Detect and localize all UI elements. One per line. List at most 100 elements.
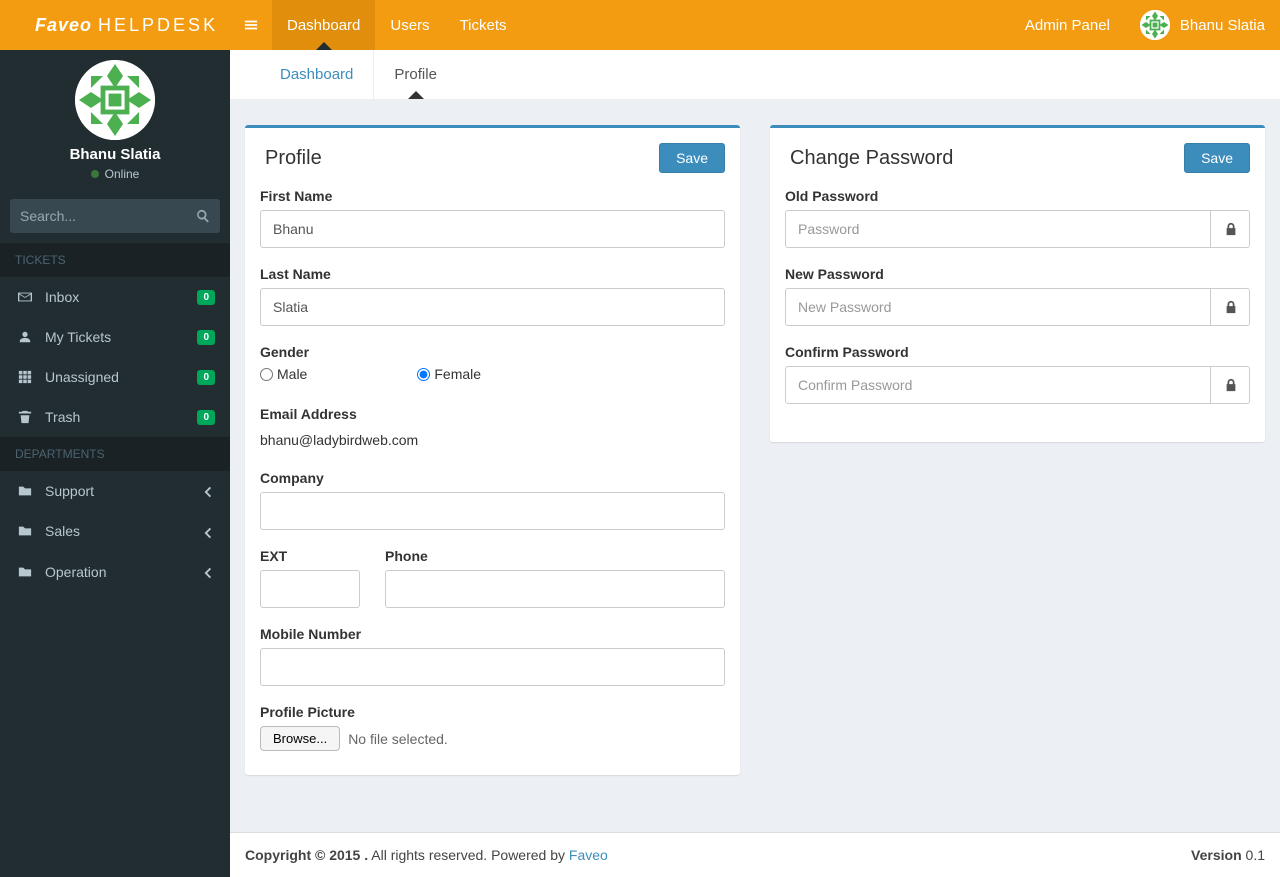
sidebar-status-text: Online [105,167,140,181]
sidebar-user-name: Bhanu Slatia [10,146,220,163]
sidebar-item-inbox[interactable]: Inbox 0 [0,277,230,317]
profile-title: Profile [260,147,659,170]
logo-light: HELPDESK [98,15,218,36]
file-status: No file selected. [348,731,448,747]
sidebar-item-label: Inbox [45,289,79,305]
search-button[interactable] [186,199,220,233]
chevron-left-icon [201,564,215,580]
radio-female[interactable] [417,368,430,381]
sidebar-item-label: Unassigned [45,369,119,385]
nav-tab-tickets[interactable]: Tickets [445,0,522,50]
user-menu[interactable]: Bhanu Slatia [1125,10,1280,40]
lock-icon [1210,288,1250,326]
ext-input[interactable] [260,570,360,608]
nav-tab-users[interactable]: Users [375,0,444,50]
sidebar-section-departments: DEPARTMENTS [0,437,230,471]
sidebar-item-trash[interactable]: Trash 0 [0,397,230,437]
count-badge: 0 [197,410,215,425]
nav-tab-dashboard[interactable]: Dashboard [272,0,375,50]
user-name: Bhanu Slatia [1180,17,1265,34]
bars-icon [244,18,258,32]
user-icon [15,330,35,344]
gender-female-option[interactable]: Female [417,366,481,382]
old-password-input[interactable] [785,210,1250,248]
sidebar-section-tickets: TICKETS [0,243,230,277]
content-tabs: Dashboard Profile [230,50,1280,100]
label-first-name: First Name [260,188,725,204]
count-badge: 0 [197,330,215,345]
tab-dashboard[interactable]: Dashboard [260,50,373,99]
envelope-icon [15,290,35,304]
count-badge: 0 [197,290,215,305]
sidebar-toggle-button[interactable] [230,0,272,50]
footer-text: All rights reserved. Powered by [371,847,569,863]
nav-tab-label: Tickets [460,17,507,34]
password-save-button[interactable]: Save [1184,143,1250,173]
sidebar-item-operation[interactable]: Operation [0,552,230,592]
sidebar-user-status: Online [10,167,220,181]
sidebar-item-sales[interactable]: Sales [0,511,230,551]
sidebar-item-label: Trash [45,409,80,425]
nav-tab-label: Users [390,17,429,34]
search-icon [196,209,210,223]
sidebar-item-label: Operation [45,564,106,580]
label-confirm-password: Confirm Password [785,344,1250,360]
logo-strong: Faveo [35,15,92,36]
logo[interactable]: Faveo HELPDESK [0,0,230,50]
status-dot-icon [91,170,99,178]
tab-label: Profile [394,66,437,83]
admin-panel-link[interactable]: Admin Panel [1010,17,1125,34]
company-input[interactable] [260,492,725,530]
radio-label: Male [277,366,307,382]
radio-male[interactable] [260,368,273,381]
email-value: bhanu@ladybirdweb.com [260,428,725,452]
footer-faveo-link[interactable]: Faveo [569,847,608,863]
avatar-icon [75,60,155,140]
sidebar-item-label: Support [45,483,94,499]
grid-icon [15,370,35,384]
sidebar-item-label: Sales [45,523,80,539]
sidebar-item-my-tickets[interactable]: My Tickets 0 [0,317,230,357]
lock-icon [1210,366,1250,404]
sidebar-item-unassigned[interactable]: Unassigned 0 [0,357,230,397]
label-phone: Phone [385,548,725,564]
folder-icon [15,565,35,579]
mobile-input[interactable] [260,648,725,686]
label-mobile: Mobile Number [260,626,725,642]
phone-input[interactable] [385,570,725,608]
new-password-input[interactable] [785,288,1250,326]
label-new-password: New Password [785,266,1250,282]
profile-save-button[interactable]: Save [659,143,725,173]
last-name-input[interactable] [260,288,725,326]
top-nav-right: Admin Panel Bhanu Slatia [1010,0,1280,50]
first-name-input[interactable] [260,210,725,248]
gender-male-option[interactable]: Male [260,366,307,382]
folder-icon [15,484,35,498]
label-last-name: Last Name [260,266,725,282]
browse-button[interactable]: Browse... [260,726,340,751]
confirm-password-input[interactable] [785,366,1250,404]
sidebar-item-label: My Tickets [45,329,111,345]
radio-label: Female [434,366,481,382]
sidebar-user-panel: Bhanu Slatia Online [0,50,230,191]
footer-copyright: Copyright © 2015 . [245,847,368,863]
chevron-left-icon [201,523,215,539]
label-profile-picture: Profile Picture [260,704,725,720]
footer-version: 0.1 [1242,847,1265,863]
change-password-box: Change Password Save Old Password N [770,125,1265,442]
sidebar-search [10,199,220,233]
avatar-icon [1140,10,1170,40]
lock-icon [1210,210,1250,248]
profile-box: Profile Save First Name Last Name [245,125,740,775]
folder-icon [15,524,35,538]
label-ext: EXT [260,548,360,564]
label-company: Company [260,470,725,486]
footer: Copyright © 2015 . All rights reserved. … [230,832,1280,877]
top-navbar: Faveo HELPDESK Dashboard Users Tickets A… [0,0,1280,50]
change-password-title: Change Password [785,147,1184,170]
content: Dashboard Profile Profile Save First Nam… [230,50,1280,877]
tab-profile[interactable]: Profile [373,50,457,99]
trash-icon [15,410,35,424]
chevron-left-icon [201,483,215,499]
sidebar-item-support[interactable]: Support [0,471,230,511]
